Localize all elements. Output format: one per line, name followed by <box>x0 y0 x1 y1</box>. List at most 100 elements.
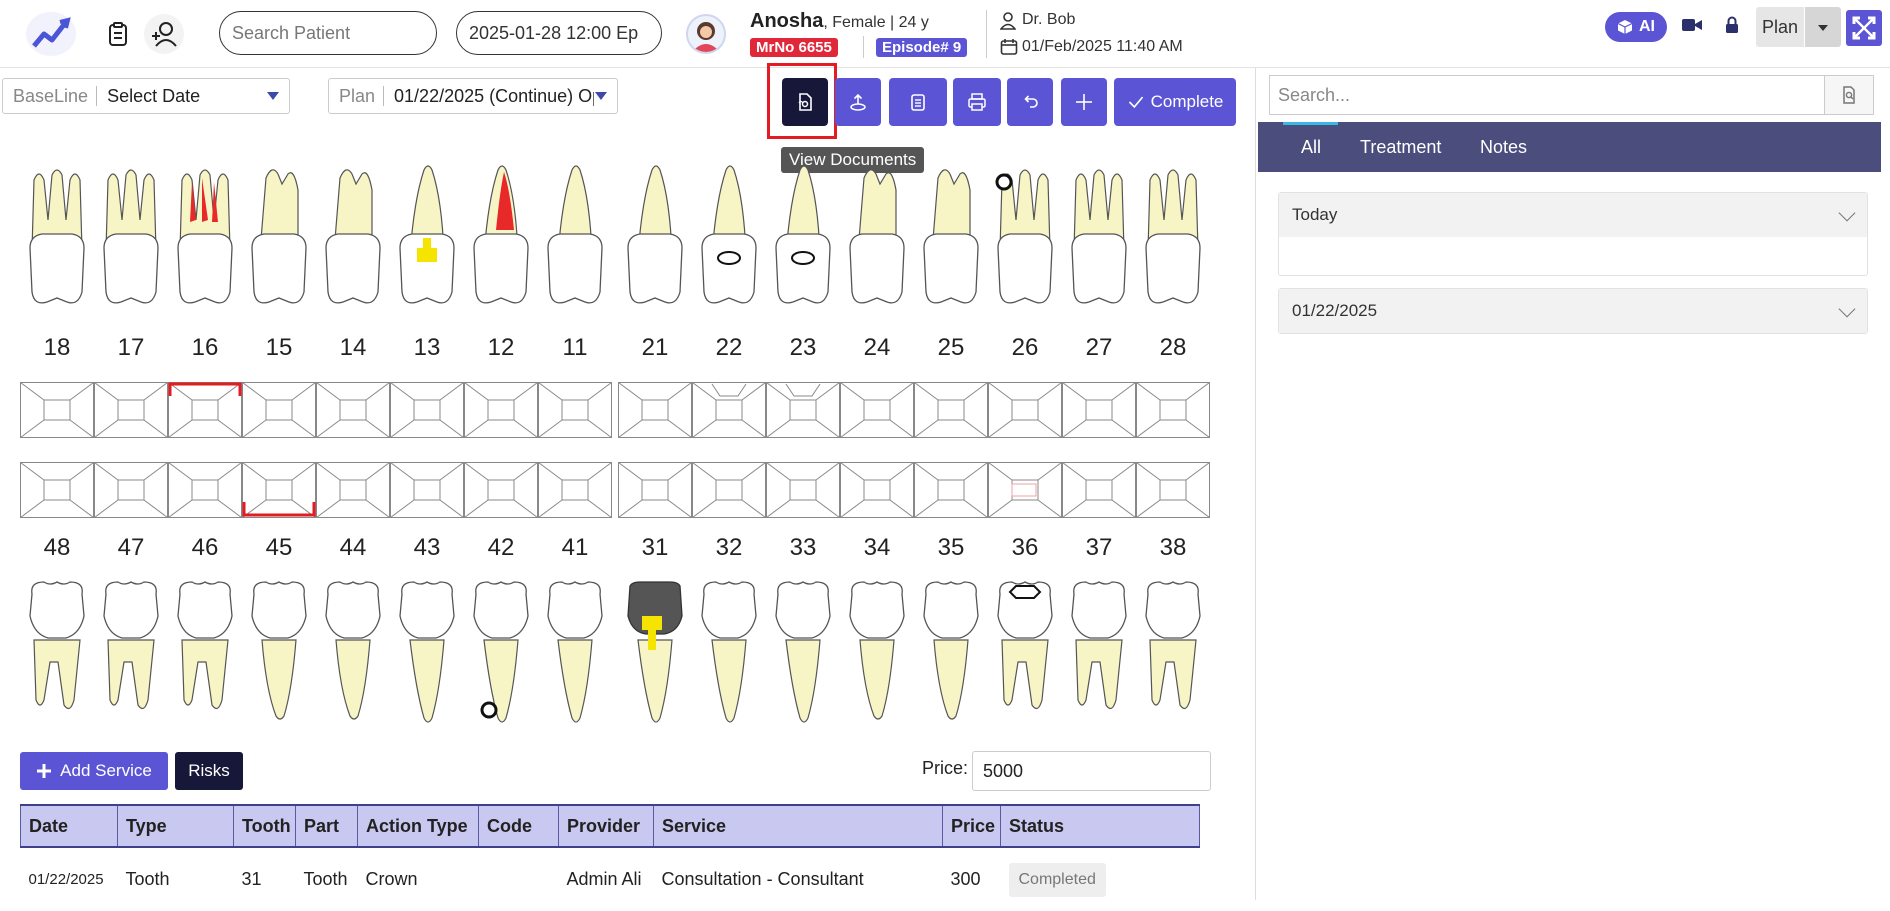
complete-button[interactable]: Complete <box>1114 78 1236 126</box>
add-patient-icon[interactable] <box>144 14 184 54</box>
col-code[interactable]: Code <box>478 804 559 848</box>
col-service[interactable]: Service <box>653 804 943 848</box>
surface-34[interactable] <box>840 462 914 518</box>
plan-select[interactable]: Plan 01/22/2025 (Continue) Open <box>328 78 618 114</box>
tooth-24[interactable] <box>842 160 912 310</box>
tooth-15[interactable] <box>244 160 314 310</box>
surface-36[interactable] <box>988 462 1062 518</box>
surface-33[interactable] <box>766 462 840 518</box>
print-button[interactable] <box>953 78 1001 126</box>
add-button[interactable] <box>1061 78 1107 126</box>
tooth-25[interactable] <box>916 160 986 310</box>
add-service-button[interactable]: Add Service <box>20 752 168 790</box>
upload-button[interactable] <box>835 78 881 126</box>
surface-47[interactable] <box>94 462 168 518</box>
accordion-today-header[interactable]: Today <box>1279 193 1867 237</box>
tooth-16[interactable] <box>170 160 240 310</box>
surface-46[interactable] <box>168 462 242 518</box>
tooth-38[interactable] <box>1138 580 1208 730</box>
video-call-icon[interactable] <box>1681 17 1703 38</box>
plan-dropdown-toggle[interactable] <box>1805 7 1841 47</box>
surface-17[interactable] <box>94 382 168 438</box>
surface-24[interactable] <box>840 382 914 438</box>
col-provider[interactable]: Provider <box>558 804 654 848</box>
tooth-21[interactable] <box>620 160 690 310</box>
col-date[interactable]: Date <box>20 804 118 848</box>
price-input[interactable]: 5000 <box>972 751 1211 791</box>
surface-15[interactable] <box>242 382 316 438</box>
col-action-type[interactable]: Action Type <box>357 804 479 848</box>
surface-48[interactable] <box>20 462 94 518</box>
ai-button[interactable]: AI <box>1605 12 1667 42</box>
surface-22[interactable] <box>692 382 766 438</box>
surface-11[interactable] <box>538 382 612 438</box>
surface-25[interactable] <box>914 382 988 438</box>
fullscreen-button[interactable] <box>1846 10 1882 46</box>
tab-notes[interactable]: Notes <box>1480 122 1527 172</box>
tooth-26[interactable] <box>990 160 1060 310</box>
tooth-31[interactable] <box>620 580 690 730</box>
tab-all[interactable]: All <box>1301 122 1321 172</box>
tooth-36[interactable] <box>990 580 1060 730</box>
tooth-22[interactable] <box>694 160 764 310</box>
col-tooth[interactable]: Tooth <box>233 804 296 848</box>
tooth-44[interactable] <box>318 580 388 730</box>
surface-23[interactable] <box>766 382 840 438</box>
surface-13[interactable] <box>390 382 464 438</box>
tooth-17[interactable] <box>96 160 166 310</box>
tooth-11[interactable] <box>540 160 610 310</box>
surface-14[interactable] <box>316 382 390 438</box>
col-type[interactable]: Type <box>117 804 234 848</box>
surface-41[interactable] <box>538 462 612 518</box>
search-patient-input[interactable]: Search Patient <box>219 11 437 55</box>
tooth-32[interactable] <box>694 580 764 730</box>
tooth-18[interactable] <box>22 160 92 310</box>
surface-45[interactable] <box>242 462 316 518</box>
surface-16[interactable] <box>168 382 242 438</box>
tooth-37[interactable] <box>1064 580 1134 730</box>
surface-32[interactable] <box>692 462 766 518</box>
surface-27[interactable] <box>1062 382 1136 438</box>
tooth-23[interactable] <box>768 160 838 310</box>
col-price[interactable]: Price <box>942 804 1001 848</box>
surface-31[interactable] <box>618 462 692 518</box>
accordion-today[interactable]: Today <box>1278 192 1868 276</box>
clipboard-list-icon[interactable] <box>104 20 132 48</box>
tooth-13[interactable] <box>392 160 462 310</box>
tooth-43[interactable] <box>392 580 462 730</box>
tab-treatment[interactable]: Treatment <box>1360 122 1441 172</box>
tooth-48[interactable] <box>22 580 92 730</box>
lock-icon[interactable] <box>1725 16 1739 39</box>
surface-35[interactable] <box>914 462 988 518</box>
surface-18[interactable] <box>20 382 94 438</box>
col-status[interactable]: Status <box>1000 804 1200 848</box>
tooth-41[interactable] <box>540 580 610 730</box>
history-search-input[interactable]: Search... <box>1269 75 1824 115</box>
accordion-date-header[interactable]: 01/22/2025 <box>1279 289 1867 333</box>
tooth-45[interactable] <box>244 580 314 730</box>
clipboard-button[interactable] <box>889 78 947 126</box>
view-documents-button[interactable] <box>782 78 828 126</box>
patient-avatar[interactable] <box>686 14 726 54</box>
risks-button[interactable]: Risks <box>175 752 243 790</box>
episode-select[interactable]: 2025-01-28 12:00 Ep <box>456 11 662 55</box>
tooth-33[interactable] <box>768 580 838 730</box>
tooth-14[interactable] <box>318 160 388 310</box>
surface-21[interactable] <box>618 382 692 438</box>
tooth-12[interactable] <box>466 160 536 310</box>
undo-button[interactable] <box>1007 78 1053 126</box>
surface-12[interactable] <box>464 382 538 438</box>
surface-43[interactable] <box>390 462 464 518</box>
surface-37[interactable] <box>1062 462 1136 518</box>
tooth-27[interactable] <box>1064 160 1134 310</box>
tooth-42[interactable] <box>466 580 536 730</box>
tooth-35[interactable] <box>916 580 986 730</box>
tooth-46[interactable] <box>170 580 240 730</box>
surface-28[interactable] <box>1136 382 1210 438</box>
surface-26[interactable] <box>988 382 1062 438</box>
tooth-34[interactable] <box>842 580 912 730</box>
surface-42[interactable] <box>464 462 538 518</box>
accordion-date[interactable]: 01/22/2025 <box>1278 288 1868 334</box>
surface-44[interactable] <box>316 462 390 518</box>
surface-38[interactable] <box>1136 462 1210 518</box>
